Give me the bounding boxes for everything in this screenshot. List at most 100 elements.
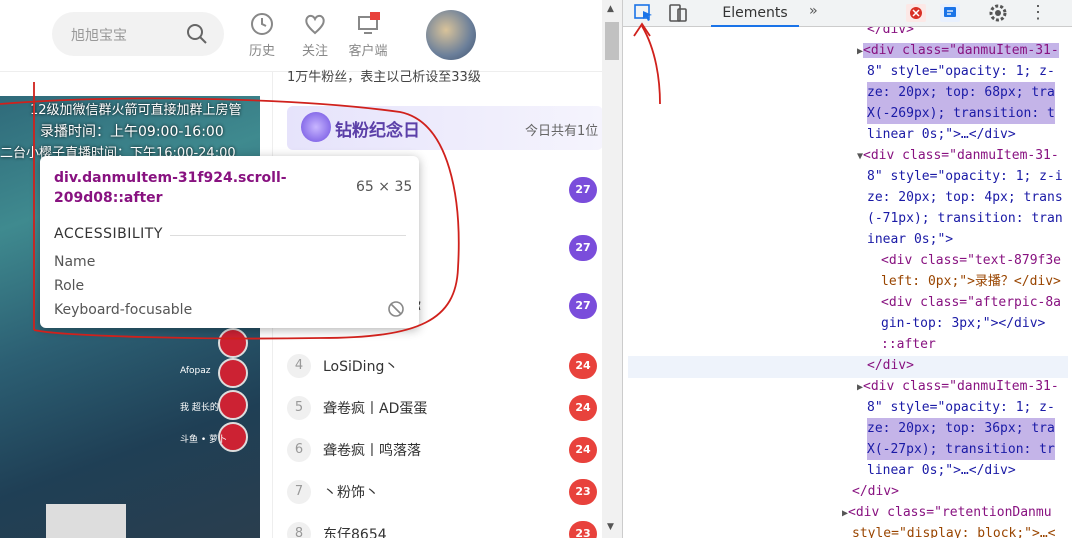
ranking-row[interactable]: 7 丶粉饰丶 23 <box>287 472 602 512</box>
nav-follow[interactable]: 关注 <box>292 12 338 59</box>
dom-line[interactable]: </div> <box>852 481 899 502</box>
nav-client-label: 客户端 <box>348 44 388 59</box>
nav-history[interactable]: 历史 <box>239 12 285 59</box>
ranking-row[interactable]: 6 聋卷疯丨鸣落落 24 <box>287 430 602 470</box>
diamond-fan-banner[interactable]: 钻粉纪念日 今日共有1位 <box>287 106 602 150</box>
dom-tree[interactable]: </div> ▶<div class="danmuItem-31- 8" sty… <box>623 27 1072 538</box>
dom-line[interactable]: (-71px); transition: tran <box>867 208 1063 229</box>
dom-line[interactable]: ze: 20px; top: 4px; trans <box>867 187 1063 208</box>
prop-name: Name <box>54 254 96 270</box>
hero-portrait <box>218 390 248 420</box>
divider <box>170 235 406 236</box>
inspect-tooltip: div.danmuItem-31f924.scroll-209d08::afte… <box>40 156 419 328</box>
tab-elements[interactable]: Elements <box>711 0 799 27</box>
dom-line[interactable]: ze: 20px; top: 68px; tra <box>867 82 1055 103</box>
monitor-icon <box>358 12 380 34</box>
ranking-top-text: 1万牛粉丝，表主以己析设至33级 <box>287 70 481 85</box>
nav-client[interactable]: 客户端 <box>343 12 393 59</box>
accessibility-heading: ACCESSIBILITY <box>54 226 163 242</box>
page-scrollbar[interactable]: ▲ ▼ <box>602 0 622 538</box>
heart-icon <box>305 14 325 35</box>
dom-line[interactable]: 8" style="opacity: 1; z- <box>867 61 1055 82</box>
webcam-overlay <box>46 504 126 538</box>
fan-level-badge: 27 <box>569 235 597 261</box>
more-tabs-icon[interactable]: » <box>809 3 817 19</box>
clock-icon <box>251 13 273 35</box>
dom-line[interactable]: X(-269px); transition: t <box>867 103 1055 124</box>
dom-line[interactable]: style="display: block;">…< <box>852 523 1056 538</box>
fan-level-badge: 23 <box>569 521 597 538</box>
player-name: Afopaz <box>180 366 211 376</box>
issues-icon[interactable] <box>939 3 961 23</box>
prop-role: Role <box>54 278 85 294</box>
nav-follow-label: 关注 <box>301 44 328 59</box>
tooltip-size: 65 × 35 <box>356 179 413 195</box>
dom-line[interactable]: linear 0s;">…</div> <box>867 460 1016 481</box>
fan-name: LoSiDing丶 <box>323 359 399 375</box>
search-icon[interactable] <box>186 23 208 45</box>
dom-line[interactable]: ▶<div class="danmuItem-31- <box>857 40 1059 62</box>
dom-line[interactable]: linear 0s;">…</div> <box>867 124 1016 145</box>
dom-line[interactable]: ▶<div class="retentionDanmu <box>842 502 1052 524</box>
fan-name: 丶粉饰丶 <box>323 485 379 501</box>
dom-line[interactable]: <div class="text-879f3e <box>881 250 1061 271</box>
nav-history-label: 历史 <box>248 44 275 59</box>
fan-name: 聋卷疯丨AD蛋蛋 <box>323 401 428 417</box>
fan-level-badge: 23 <box>569 479 597 505</box>
scroll-up-icon[interactable]: ▲ <box>607 4 614 14</box>
dom-line[interactable]: <div class="afterpic-8a <box>881 292 1061 313</box>
kebab-menu-icon[interactable]: ⋮ <box>1029 2 1047 23</box>
scroll-thumb[interactable] <box>605 22 619 60</box>
diamond-badge-icon <box>301 112 331 142</box>
banner-note: 今日共有1位 <box>525 124 599 139</box>
rank-number: 8 <box>287 522 311 538</box>
dom-line[interactable]: ze: 20px; top: 36px; tra <box>867 418 1055 439</box>
rank-number: 5 <box>287 396 311 420</box>
tooltip-selector: div.danmuItem-31f924.scroll-209d08::afte… <box>54 170 287 206</box>
search-box[interactable]: 旭旭宝宝 <box>52 12 224 56</box>
dom-line[interactable]: </div> <box>867 27 914 40</box>
selected-node-highlight <box>628 356 1068 378</box>
hero-portrait <box>218 358 248 388</box>
stream-overlay-line-2: 录播时间：上午09:00-16:00 <box>40 124 224 140</box>
dom-line[interactable]: X(-27px); transition: tr <box>867 439 1055 460</box>
dom-line[interactable]: inear 0s;"> <box>867 229 953 250</box>
stream-overlay-line-1: 12级加微信群火箭可直接加群上房管 <box>30 103 242 118</box>
error-count-icon[interactable] <box>905 3 927 23</box>
dom-line[interactable]: ▶<div class="danmuItem-31- <box>857 376 1059 398</box>
fan-level-badge: 24 <box>569 395 597 421</box>
hero-portrait <box>218 328 248 358</box>
dom-line[interactable]: ▼<div class="danmuItem-31- <box>857 145 1059 167</box>
dom-line[interactable]: left: 0px;">录播？</div> <box>881 271 1061 292</box>
settings-gear-icon[interactable] <box>987 3 1009 23</box>
fan-level-badge: 24 <box>569 353 597 379</box>
dom-line-after-pseudo[interactable]: ::after <box>881 334 936 355</box>
dom-line[interactable]: 8" style="opacity: 1; z- <box>867 397 1055 418</box>
dom-line[interactable]: </div> <box>867 355 914 376</box>
site-header: 旭旭宝宝 历史 关注 客户端 <box>0 0 602 72</box>
fan-level-badge: 24 <box>569 437 597 463</box>
ranking-row[interactable]: 4 LoSiDing丶 24 <box>287 346 602 386</box>
fan-level-badge: 27 <box>569 293 597 319</box>
not-allowed-icon <box>388 301 404 317</box>
fan-name: 聋卷疯丨鸣落落 <box>323 443 421 459</box>
devtools-toolbar: Elements » ⋮ <box>623 0 1072 27</box>
search-input[interactable]: 旭旭宝宝 <box>71 25 127 45</box>
prop-keyboard-focusable: Keyboard-focusable <box>54 302 193 318</box>
dom-line[interactable]: gin-top: 3px;"></div> <box>881 313 1045 334</box>
rank-number: 7 <box>287 480 311 504</box>
fan-level-badge: 27 <box>569 177 597 203</box>
inspect-element-icon[interactable] <box>633 3 655 23</box>
rank-number: 4 <box>287 354 311 378</box>
dom-line[interactable]: 8" style="opacity: 1; z-i <box>867 166 1063 187</box>
ranking-row[interactable]: 8 东仔8654 23 <box>287 514 602 538</box>
user-avatar[interactable] <box>426 10 476 60</box>
ranking-row[interactable]: 5 聋卷疯丨AD蛋蛋 24 <box>287 388 602 428</box>
scroll-down-icon[interactable]: ▼ <box>607 522 614 532</box>
fan-name: 东仔8654 <box>323 527 387 538</box>
banner-title: 钻粉纪念日 <box>335 121 420 141</box>
player-name: 斗鱼 • 萝卜 <box>180 435 228 445</box>
device-toolbar-icon[interactable] <box>667 3 689 23</box>
devtools-panel: Elements » ⋮ </div> ▶<div class="danmuIt… <box>622 0 1072 538</box>
rank-number: 6 <box>287 438 311 462</box>
